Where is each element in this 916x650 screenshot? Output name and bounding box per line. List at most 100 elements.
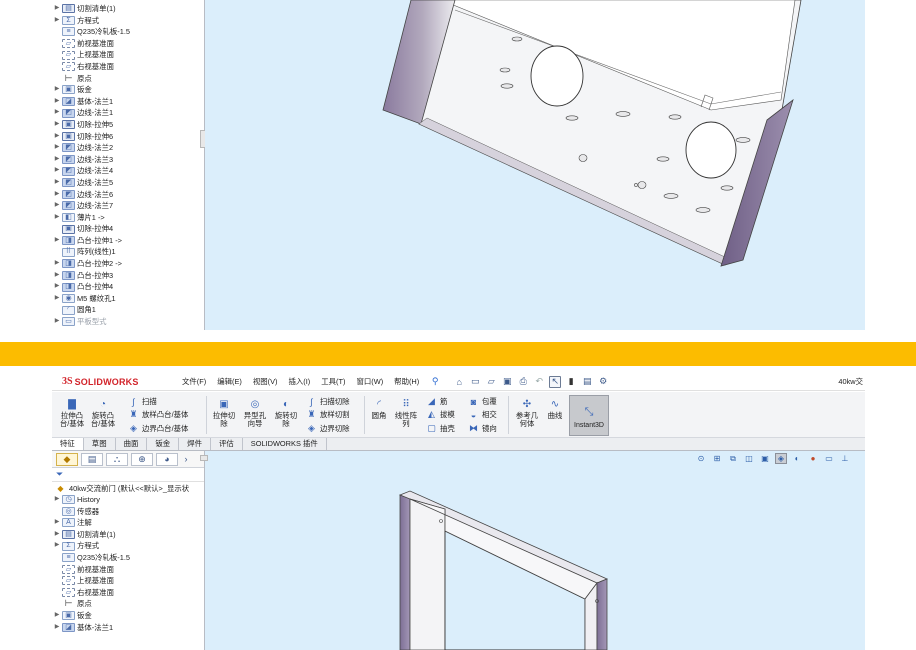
more-tabs-chevron-icon[interactable]: › — [181, 453, 191, 466]
part-root-node[interactable]: ◆ 40kw交流前门 (默认<<默认>_显示状 — [52, 482, 204, 494]
menu-tools[interactable]: 工具(T) — [321, 376, 345, 387]
expand-arrow-icon[interactable]: ▶ — [52, 610, 62, 622]
configuration-manager-tab-icon[interactable]: ⛬ — [106, 452, 128, 466]
expand-arrow-icon[interactable]: ▶ — [52, 258, 62, 270]
tree-item[interactable]: ◎ 传感器 — [52, 506, 204, 518]
tree-item[interactable]: ▶ ◪ 基体-法兰1 — [52, 96, 204, 108]
hole-wizard-button[interactable]: ◎ 异型孔 向导 — [240, 398, 270, 428]
rib-button[interactable]: ◢ 筋 — [426, 396, 447, 407]
expand-arrow-icon[interactable]: ▶ — [52, 142, 62, 154]
tree-item[interactable]: ▶ ▤ 切割清单(1) — [52, 3, 204, 15]
expand-arrow-icon[interactable]: ▶ — [52, 540, 62, 552]
tree-item[interactable]: ▶ ◨ 凸台-拉伸3 — [52, 270, 204, 282]
tree-item[interactable]: ▶ ▭ 平板型式 — [52, 316, 204, 328]
tree-item[interactable]: ⊢ 原点 — [52, 598, 204, 610]
home-icon[interactable]: ⌂ — [453, 376, 465, 388]
tree-item[interactable]: ▱ 前视基准面 — [52, 38, 204, 50]
tree-item[interactable]: ▶ Σ 方程式 — [52, 15, 204, 27]
pin-icon[interactable]: ⚲ — [429, 376, 441, 388]
tree-item[interactable]: ▶ ◩ 边线-法兰2 — [52, 142, 204, 154]
menu-file[interactable]: 文件(F) — [182, 376, 206, 387]
property-manager-tab-icon[interactable]: ▤ — [81, 452, 103, 466]
tree-item[interactable]: ▶ ▣ 切除-拉伸6 — [52, 131, 204, 143]
tab-sheet-metal[interactable]: 钣金 — [147, 438, 180, 450]
extrude-boss-button[interactable]: ▇ 拉伸凸 台/基体 — [58, 398, 86, 428]
feature-manager-tab-icon[interactable]: ◆ — [56, 452, 78, 466]
tree-item[interactable]: ▶ ◧ 薄片1 -> — [52, 212, 204, 224]
menu-insert[interactable]: 插入(I) — [289, 376, 311, 387]
tree-item[interactable]: ▶ ◷ History — [52, 494, 204, 506]
tree-item[interactable]: ▱ 上视基准面 — [52, 49, 204, 61]
tree-item[interactable]: ▱ 右视基准面 — [52, 587, 204, 599]
lofted-cut-button[interactable]: ♜ 放样切割 — [306, 409, 349, 420]
tree-item[interactable]: ◜ 圆角1 — [52, 304, 204, 316]
expand-arrow-icon[interactable]: ▶ — [52, 200, 62, 212]
tree-item[interactable]: ▱ 上视基准面 — [52, 575, 204, 587]
curves-button[interactable]: ∿ 曲线 — [544, 398, 566, 420]
expand-arrow-icon[interactable]: ▶ — [52, 529, 62, 541]
tree-item[interactable]: ▶ ◩ 边线-法兰4 — [52, 165, 204, 177]
print-icon[interactable]: ⎙ — [517, 376, 529, 388]
tab-features[interactable]: 特征 — [52, 438, 84, 450]
shell-button[interactable]: ▢ 抽壳 — [426, 423, 455, 434]
boundary-boss-button[interactable]: ◈ 边界凸台/基体 — [128, 423, 188, 434]
tree-item[interactable]: ▶ A 注解 — [52, 517, 204, 529]
tree-item[interactable]: ⠿ 阵列(线性)1 — [52, 246, 204, 258]
solidworks-logo[interactable]: 3S SOLIDWORKS — [62, 376, 162, 387]
expand-arrow-icon[interactable]: ▶ — [52, 165, 62, 177]
tab-solidworks-addins[interactable]: SOLIDWORKS 插件 — [243, 438, 327, 450]
menu-edit[interactable]: 编辑(E) — [217, 376, 242, 387]
expand-arrow-icon[interactable]: ▶ — [52, 177, 62, 189]
draft-button[interactable]: ◭ 拔模 — [426, 409, 455, 420]
fillet-button[interactable]: ◜ 圆角 — [368, 398, 390, 420]
expand-arrow-icon[interactable]: ▶ — [52, 281, 62, 293]
revolve-boss-button[interactable]: ◔ 旋转凸 台/基体 — [88, 398, 118, 428]
tree-item[interactable]: ▶ ◉ M5 螺纹孔1 — [52, 293, 204, 305]
extrude-cut-button[interactable]: ▣ 拉伸切 除 — [210, 398, 238, 428]
tree-item[interactable]: ▶ ◩ 边线-法兰7 — [52, 200, 204, 212]
tree-item[interactable]: ▶ ▣ 钣金 — [52, 84, 204, 96]
options-gear-icon[interactable]: ⚙ — [597, 376, 609, 388]
tree-item[interactable]: ▶ ◨ 凸台-拉伸4 — [52, 281, 204, 293]
expand-arrow-icon[interactable]: ▶ — [52, 622, 62, 634]
panel-splitter-handle[interactable] — [200, 455, 208, 461]
new-document-icon[interactable]: ▭ — [469, 376, 481, 388]
tab-evaluate[interactable]: 评估 — [211, 438, 243, 450]
undo-icon[interactable]: ↶ — [533, 376, 545, 388]
instant3d-button[interactable]: ⤡ Instant3D — [569, 395, 609, 436]
tree-item[interactable]: ▱ 前视基准面 — [52, 564, 204, 576]
rebuild-icon[interactable]: ▮ — [565, 376, 577, 388]
tree-item[interactable]: ▶ ◩ 边线-法兰5 — [52, 177, 204, 189]
open-icon[interactable]: ▱ — [485, 376, 497, 388]
expand-arrow-icon[interactable]: ▶ — [52, 235, 62, 247]
expand-arrow-icon[interactable]: ▶ — [52, 15, 62, 27]
expand-arrow-icon[interactable]: ▶ — [52, 131, 62, 143]
expand-arrow-icon[interactable]: ▶ — [52, 107, 62, 119]
tree-item[interactable]: ▶ Σ 方程式 — [52, 540, 204, 552]
tab-sketch[interactable]: 草图 — [84, 438, 116, 450]
menu-window[interactable]: 窗口(W) — [356, 376, 383, 387]
tree-item[interactable]: ▣ 切除-拉伸4 — [52, 223, 204, 235]
wrap-button[interactable]: ◙ 包覆 — [468, 396, 497, 407]
tree-item[interactable]: ▶ ▣ 切除-拉伸5 — [52, 119, 204, 131]
dimxpert-tab-icon[interactable]: ⊕ — [131, 452, 153, 466]
expand-arrow-icon[interactable]: ▶ — [52, 119, 62, 131]
display-manager-tab-icon[interactable]: ◕ — [156, 452, 178, 466]
expand-arrow-icon[interactable]: ▶ — [52, 270, 62, 282]
expand-arrow-icon[interactable]: ▶ — [52, 154, 62, 166]
tree-item[interactable]: ≡ Q235冷轧板-1.5 — [52, 26, 204, 38]
tab-surfaces[interactable]: 曲面 — [116, 438, 148, 450]
expand-arrow-icon[interactable]: ▶ — [52, 517, 62, 529]
mirror-button[interactable]: ⧓ 镜向 — [468, 423, 497, 434]
expand-arrow-icon[interactable]: ▶ — [52, 3, 62, 15]
graphics-area[interactable] — [205, 0, 865, 330]
tree-item[interactable]: ▶ ◨ 凸台-拉伸1 -> — [52, 235, 204, 247]
intersect-button[interactable]: ◒ 相交 — [468, 409, 497, 420]
expand-arrow-icon[interactable]: ▶ — [52, 293, 62, 305]
expand-arrow-icon[interactable]: ▶ — [52, 84, 62, 96]
tree-item[interactable]: ⊢ 原点 — [52, 73, 204, 85]
swept-cut-button[interactable]: ∫ 扫描切除 — [306, 396, 349, 407]
graphics-area[interactable]: ⊙ ⊞ ⧉ ◫ ▣ ◈ ◐ ● ▭ ⊥ — [205, 451, 865, 650]
save-icon[interactable]: ▣ — [501, 376, 513, 388]
expand-arrow-icon[interactable]: ▶ — [52, 96, 62, 108]
